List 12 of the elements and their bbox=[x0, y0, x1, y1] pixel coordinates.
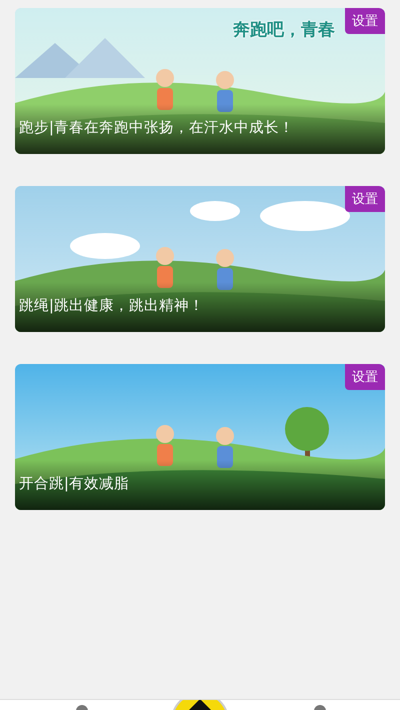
card-caption: 跑步|青春在奔跑中张扬，在汗水中成长！ bbox=[19, 119, 294, 137]
banner-title: 奔跑吧，青春 bbox=[233, 19, 335, 41]
sport-card[interactable]: 跳绳|跳出健康，跳出精神！ 设置 bbox=[15, 186, 385, 332]
settings-button[interactable]: 设置 bbox=[345, 364, 385, 390]
sport-card[interactable]: 开合跳|有效减脂 设置 bbox=[15, 364, 385, 510]
settings-button[interactable]: 设置 bbox=[345, 8, 385, 34]
tab-icon[interactable] bbox=[314, 705, 326, 710]
card-caption: 跳绳|跳出健康，跳出精神！ bbox=[19, 296, 204, 315]
tab-icon[interactable] bbox=[76, 705, 88, 710]
settings-button[interactable]: 设置 bbox=[345, 186, 385, 212]
card-caption: 开合跳|有效减脂 bbox=[19, 475, 129, 493]
sport-card[interactable]: 奔跑吧，青春 跑步|青春在奔跑中张扬，在汗水中成长！ 设置 bbox=[15, 8, 385, 154]
